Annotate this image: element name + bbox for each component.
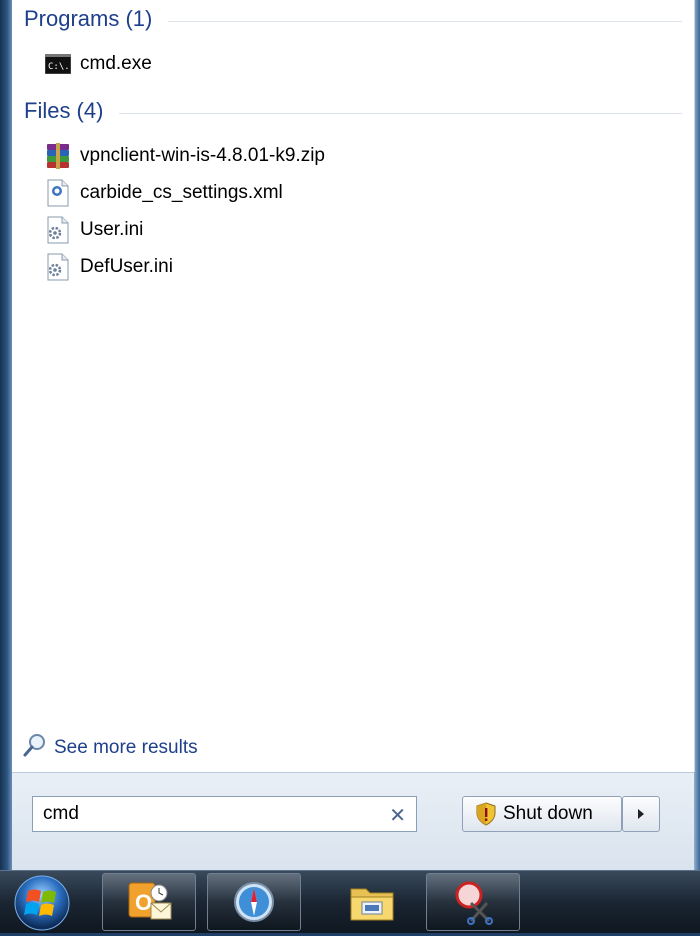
outlook-icon: O <box>125 879 173 925</box>
file-explorer-icon <box>348 880 396 924</box>
taskbar-app-snipping-tool[interactable] <box>426 873 520 931</box>
taskbar-app-explorer[interactable] <box>325 873 419 931</box>
programs-header-label: Programs (1) <box>24 6 153 31</box>
result-item-label: vpnclient-win-is-4.8.01-k9.zip <box>80 145 325 166</box>
xml-file-icon <box>44 179 72 207</box>
svg-text:O: O <box>135 890 152 915</box>
result-item-cmd[interactable]: C:\. cmd.exe <box>44 48 152 80</box>
result-item-label: DefUser.ini <box>80 256 173 277</box>
uac-shield-icon <box>475 802 497 826</box>
section-divider <box>168 20 682 22</box>
winrar-archive-icon <box>44 142 72 170</box>
ini-file-icon <box>44 216 72 244</box>
taskbar-app-safari[interactable] <box>207 873 301 931</box>
start-button[interactable] <box>6 873 78 931</box>
search-box: ✕ <box>32 796 417 832</box>
shut-down-label: Shut down <box>503 803 593 824</box>
programs-section-header: Programs (1) <box>24 4 682 34</box>
result-item-label: cmd.exe <box>80 53 152 74</box>
result-item-user-ini[interactable]: User.ini <box>44 214 143 246</box>
result-item-carbide-xml[interactable]: carbide_cs_settings.xml <box>44 177 283 209</box>
shut-down-button[interactable]: Shut down <box>462 796 622 832</box>
chevron-right-icon <box>636 808 646 820</box>
result-item-defuser-ini[interactable]: DefUser.ini <box>44 251 173 283</box>
ini-file-icon <box>44 253 72 281</box>
result-item-vpnclient-zip[interactable]: vpnclient-win-is-4.8.01-k9.zip <box>44 140 325 172</box>
search-icon <box>22 732 48 763</box>
menu-frame-left <box>0 0 12 870</box>
search-input[interactable] <box>41 802 375 826</box>
section-divider <box>119 112 682 114</box>
start-menu-bottom-bar: ✕ Shut down <box>12 772 694 871</box>
see-more-results-link[interactable]: See more results <box>22 732 198 763</box>
cmd-icon: C:\. <box>44 50 72 78</box>
clear-icon[interactable]: ✕ <box>389 803 406 828</box>
snipping-tool-icon <box>449 879 497 925</box>
windows-start-orb-icon <box>6 873 78 936</box>
files-section-header: Files (4) <box>24 96 682 126</box>
start-menu-results-panel: Programs (1) C:\. cmd.exe Files (4) vpnc… <box>12 0 695 772</box>
files-header-label: Files (4) <box>24 98 104 123</box>
svg-text:C:\.: C:\. <box>48 62 70 72</box>
result-item-label: carbide_cs_settings.xml <box>80 182 283 203</box>
taskbar: O <box>0 870 700 933</box>
result-item-label: User.ini <box>80 219 144 240</box>
shut-down-options-button[interactable] <box>622 796 660 832</box>
see-more-results-label: See more results <box>54 736 198 758</box>
taskbar-app-outlook[interactable]: O <box>102 873 196 931</box>
safari-icon <box>232 880 276 924</box>
